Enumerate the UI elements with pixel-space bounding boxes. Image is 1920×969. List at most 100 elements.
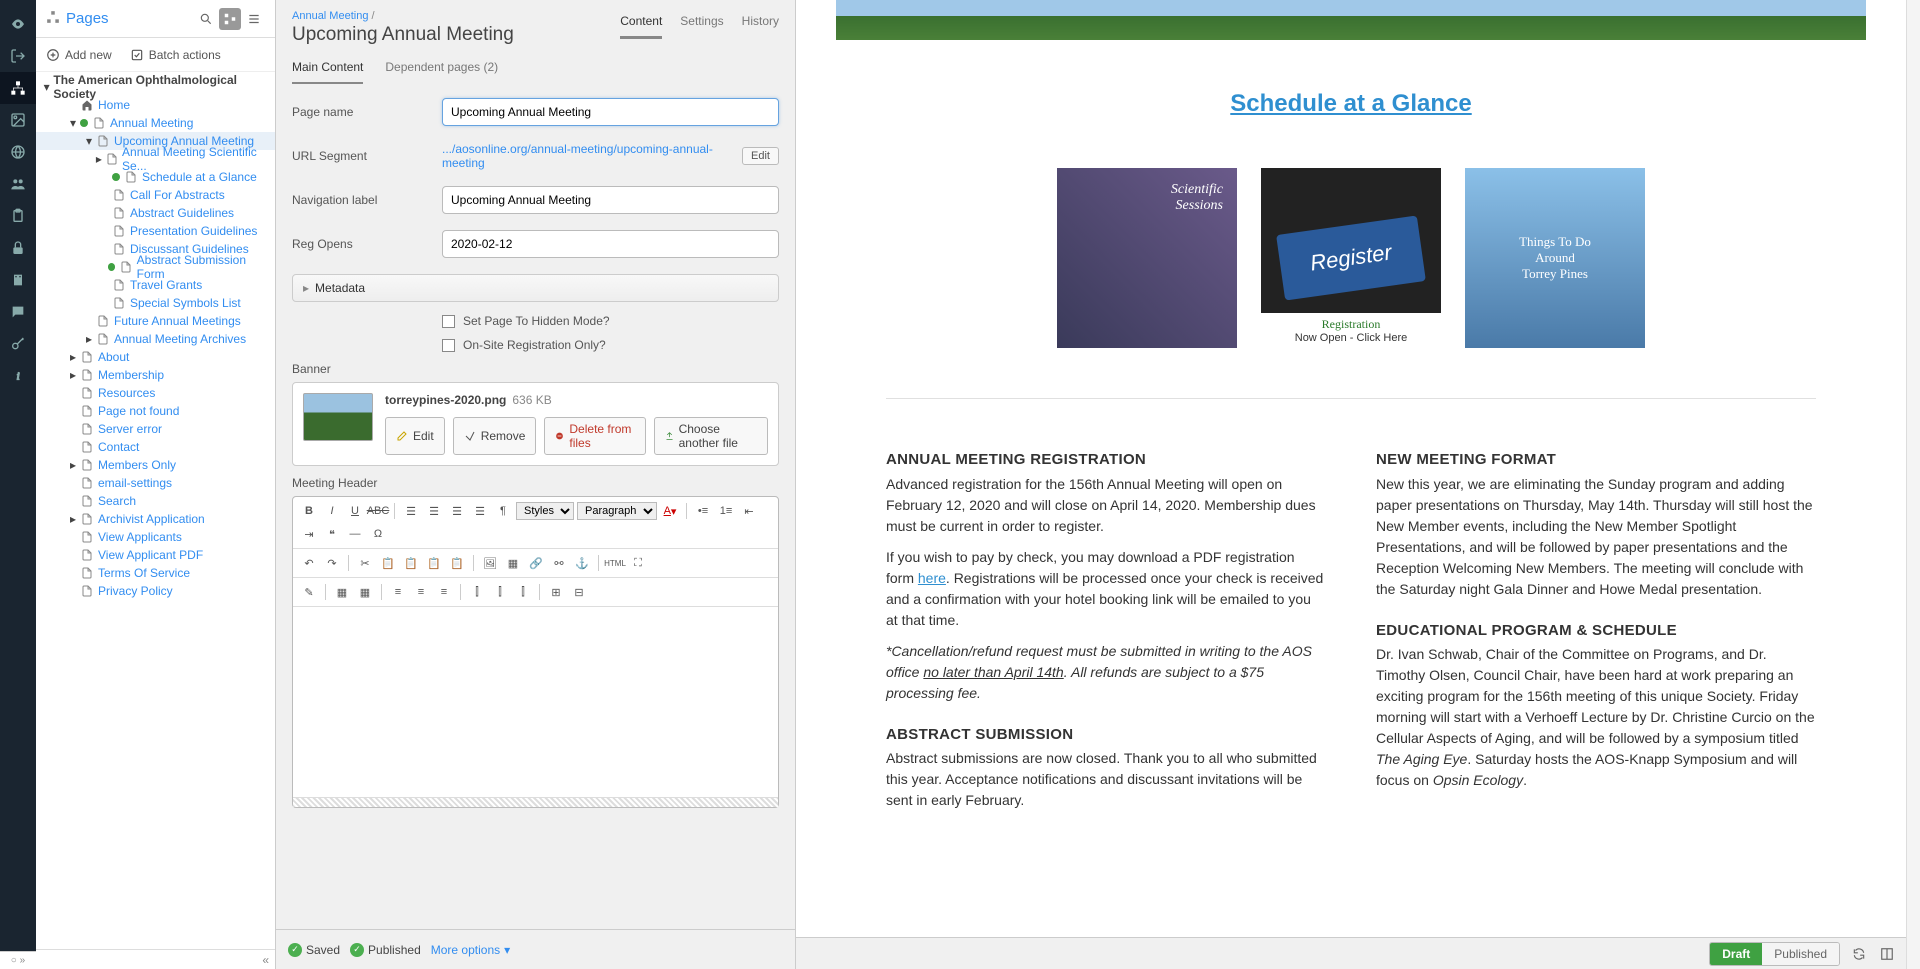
search-icon[interactable] [195,8,217,30]
paste-word-button[interactable]: 📋 [447,553,467,573]
col-before-button[interactable]: ⫿ [467,582,487,602]
tree-item[interactable]: ▸Archivist Application [36,510,275,528]
styles-select[interactable]: Styles [516,502,574,520]
hr-button[interactable]: — [345,524,365,544]
row-before-button[interactable]: ≡ [388,582,408,602]
rail-people-icon[interactable] [0,168,36,200]
undo-button[interactable]: ↶ [299,553,319,573]
align-left-button[interactable]: ☰ [401,501,421,521]
batch-actions-button[interactable]: Batch actions [130,48,221,62]
rail-image-icon[interactable] [0,104,36,136]
table-button[interactable]: ▦ [332,582,352,602]
rail-logout-icon[interactable] [0,40,36,72]
tree-item[interactable]: ▸Privacy Policy [36,582,275,600]
editor-resize-handle[interactable] [293,797,778,807]
outdent-button[interactable]: ⇤ [739,501,759,521]
card-register[interactable]: Register RegistrationNow Open - Click He… [1261,168,1441,348]
format-button[interactable]: ¶ [493,501,513,521]
bullet-list-button[interactable]: •≡ [693,501,713,521]
paste-text-button[interactable]: 📋 [424,553,444,573]
hidden-mode-checkbox[interactable] [442,315,455,328]
tree-item[interactable]: ▸Schedule at a Glance [36,168,275,186]
tab-content[interactable]: Content [620,14,662,39]
onsite-reg-checkbox[interactable] [442,339,455,352]
tree-item[interactable]: ▸About [36,348,275,366]
tree-item[interactable]: ▸Members Only [36,456,275,474]
tab-history[interactable]: History [742,14,779,39]
align-center-button[interactable]: ☰ [424,501,444,521]
rail-lock-icon[interactable] [0,232,36,264]
view-tree-icon[interactable] [219,8,241,30]
col-after-button[interactable]: ⫿ [490,582,510,602]
fullscreen-button[interactable]: ⛶ [628,553,648,573]
banner-remove-button[interactable]: Remove [453,417,537,455]
underline-button[interactable]: U [345,501,365,521]
url-edit-button[interactable]: Edit [742,147,779,165]
bold-button[interactable]: B [299,501,319,521]
tree-item[interactable]: ▸Abstract Submission Form [36,258,275,276]
pdf-link[interactable]: here [918,570,946,586]
tree-item[interactable]: ▸Page not found [36,402,275,420]
subtab-dependent-pages[interactable]: Dependent pages (2) [385,60,498,84]
row-delete-button[interactable]: ≡ [434,582,454,602]
tree-item[interactable]: ▸email-settings [36,474,275,492]
italic-button[interactable]: I [322,501,342,521]
media-button[interactable]: ▦ [503,553,523,573]
schedule-link[interactable]: Schedule at a Glance [1230,90,1471,117]
text-color-button[interactable]: A▾ [660,501,680,521]
redo-button[interactable]: ↷ [322,553,342,573]
reg-opens-input[interactable] [442,230,779,258]
tree-item[interactable]: ▸Abstract Guidelines [36,204,275,222]
page-name-input[interactable] [442,98,779,126]
scrollbar[interactable] [1906,0,1920,969]
align-justify-button[interactable]: ☰ [470,501,490,521]
anchor-button[interactable]: ⚓ [572,553,592,573]
split-cells-button[interactable]: ⊟ [569,582,589,602]
banner-edit-button[interactable]: Edit [385,417,445,455]
tree-root[interactable]: ▾The American Ophthalmological Society [36,78,275,96]
rail-clipboard-icon[interactable] [0,200,36,232]
tree-item[interactable]: ▸Contact [36,438,275,456]
tree-item[interactable]: ▸View Applicants [36,528,275,546]
tree-item[interactable]: ▸Future Annual Meetings [36,312,275,330]
merge-cells-button[interactable]: ⊞ [546,582,566,602]
tree-item[interactable]: ▸Annual Meeting Scientific Se... [36,150,275,168]
tree-item[interactable]: ▸Presentation Guidelines [36,222,275,240]
blockquote-button[interactable]: ❝ [322,524,342,544]
tree-item[interactable]: ▾Annual Meeting [36,114,275,132]
card-things-to-do[interactable]: Things To DoAroundTorrey Pines [1465,168,1645,348]
rail-key-icon[interactable] [0,328,36,360]
rail-info-icon[interactable]: i [0,360,36,392]
rail-chat-icon[interactable] [0,296,36,328]
tree-item[interactable]: ▸Terms Of Service [36,564,275,582]
align-right-button[interactable]: ☰ [447,501,467,521]
more-options-button[interactable]: More options ▾ [431,943,510,957]
tree-item[interactable]: ▸Search [36,492,275,510]
indent-button[interactable]: ⇥ [299,524,319,544]
link-button[interactable]: 🔗 [526,553,546,573]
cut-button[interactable]: ✂ [355,553,375,573]
html-button[interactable]: HTML [605,553,625,573]
tree-item[interactable]: ▸Special Symbols List [36,294,275,312]
tree-item[interactable]: ▸Annual Meeting Archives [36,330,275,348]
card-scientific-sessions[interactable]: ScientificSessions [1057,168,1237,348]
copy-button[interactable]: 📋 [378,553,398,573]
split-view-icon[interactable] [1878,945,1896,963]
rail-globe-icon[interactable] [0,136,36,168]
paste-button[interactable]: 📋 [401,553,421,573]
row-after-button[interactable]: ≡ [411,582,431,602]
navigation-label-input[interactable] [442,186,779,214]
collapse-sidebar-icon[interactable]: « [262,953,269,967]
image-button[interactable]: 🖼 [480,553,500,573]
unlink-button[interactable]: ⚯ [549,553,569,573]
rail-eye-icon[interactable] [0,8,36,40]
view-list-icon[interactable] [243,8,265,30]
number-list-button[interactable]: 1≡ [716,501,736,521]
tab-settings[interactable]: Settings [680,14,723,39]
paragraph-select[interactable]: Paragraph [577,502,657,520]
edit-button[interactable]: ✎ [299,582,319,602]
rail-sitemap-icon[interactable] [0,72,36,104]
metadata-toggle[interactable]: ▸ Metadata [292,274,779,302]
draft-toggle[interactable]: Draft [1710,943,1762,965]
tree-item[interactable]: ▸Membership [36,366,275,384]
